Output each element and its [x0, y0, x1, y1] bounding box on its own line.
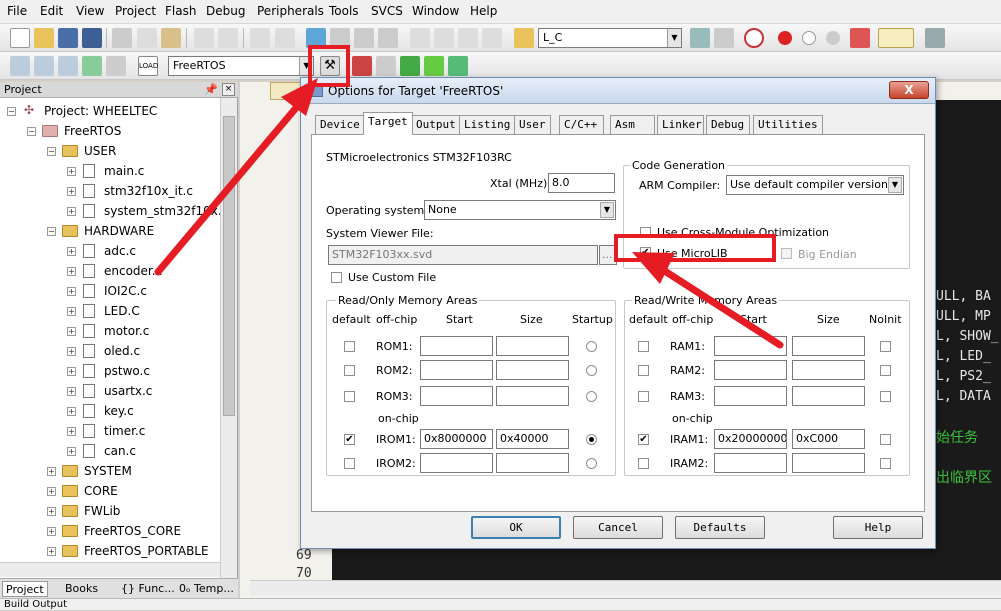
annotation-arrow-line [154, 92, 310, 276]
annotation-arrows [154, 78, 784, 349]
annotation-arrow-head [632, 252, 675, 284]
annotation-arrow-line [656, 264, 784, 349]
tab-target[interactable]: Target [363, 112, 413, 135]
annotation-arrow-head [281, 78, 318, 116]
